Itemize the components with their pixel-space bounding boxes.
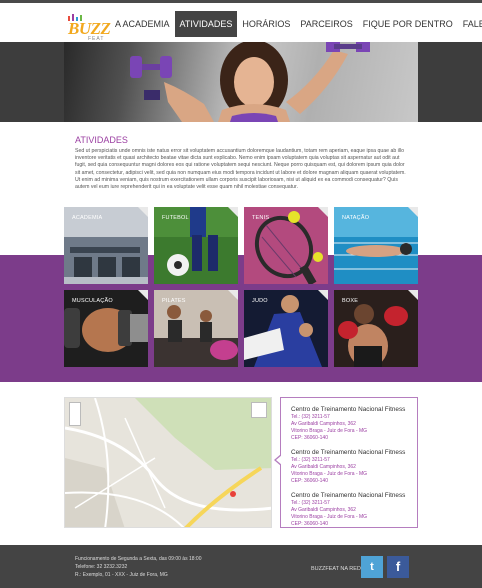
dumbbell-icon — [130, 56, 172, 78]
map-type-control[interactable] — [251, 402, 267, 418]
corner-fold — [318, 207, 328, 217]
activity-tile-boxe[interactable]: BOXE — [334, 290, 418, 367]
facebook-icon: f — [395, 559, 401, 574]
social-label: BUZZFEAT NA REDE — [311, 566, 365, 572]
activity-label-pilates: PILATES — [162, 298, 186, 304]
intro-text: Sed ut perspiciatis unde omnis iste natu… — [75, 148, 406, 191]
contact-city: Vitorino Braga - Juiz de Fora - MG — [291, 514, 368, 520]
page-title: ATIVIDADES — [75, 135, 128, 145]
contact-city: Vitorino Braga - Juiz de Fora - MG — [291, 471, 368, 477]
buzzfeat-logo[interactable]: BUZZ FEAT — [66, 13, 111, 42]
contact-list: Centro de Treinamento Nacional Fitness T… — [274, 397, 418, 528]
activity-label-futebol: FUTEBOL — [162, 215, 189, 221]
footer-phone: Telefone: 32 3232.3232 — [75, 564, 128, 570]
contact-name: Centro de Treinamento Nacional Fitness — [291, 492, 406, 499]
page: BUZZ FEAT A ACADEMIA ATIVIDADES HORÁRIOS… — [0, 0, 482, 588]
corner-fold — [138, 290, 148, 300]
activity-tile-academia[interactable]: ACADEMIA — [64, 207, 148, 284]
site-header: BUZZ FEAT A ACADEMIA ATIVIDADES HORÁRIOS… — [0, 0, 482, 42]
contact-city: Vitorino Braga - Juiz de Fora - MG — [291, 428, 368, 434]
corner-fold — [228, 207, 238, 217]
location-map[interactable] — [64, 397, 272, 528]
nav-item-fale-conosco[interactable]: FALE CONOSCO — [458, 11, 482, 37]
corner-fold — [408, 207, 418, 217]
twitter-icon: t — [370, 561, 374, 573]
hero-fitness-image — [64, 42, 418, 122]
footer-address: R.: Exemplo, 01 - XXX - Juiz de Fora, MG — [75, 572, 168, 578]
contact-street: Av Garibaldi Campinhos, 362 — [291, 421, 356, 427]
activity-label-judo: JUDO — [252, 298, 268, 304]
activity-tile-musculacao[interactable]: MUSCULAÇÃO — [64, 290, 148, 367]
activity-tile-futebol[interactable]: FUTEBOL — [154, 207, 238, 284]
contact-name: Centro de Treinamento Nacional Fitness — [291, 406, 406, 413]
corner-fold — [408, 290, 418, 300]
footer-info: Funcionamento de Segunda a Sexta, das 09… — [75, 555, 201, 579]
nav-item-a-academia[interactable]: A ACADEMIA — [110, 11, 175, 37]
contact-phone[interactable]: Tel.: (32) 3211-57 — [291, 457, 417, 464]
nav-item-horarios[interactable]: HORÁRIOS — [237, 11, 295, 37]
contact-phone[interactable]: Tel.: (32) 3211-57 — [291, 414, 417, 421]
contact-street: Av Garibaldi Campinhos, 362 — [291, 507, 356, 513]
contact-cep: CEP: 36060-140 — [291, 521, 328, 527]
contact-cep: CEP: 36060-140 — [291, 435, 328, 441]
activity-tile-natacao[interactable]: NATAÇÃO — [334, 207, 418, 284]
footer-hours: Funcionamento de Segunda a Sexta, das 09… — [75, 556, 202, 562]
contact-street: Av Garibaldi Campinhos, 362 — [291, 464, 356, 470]
activity-label-natacao: NATAÇÃO — [342, 215, 370, 221]
activity-label-musculacao: MUSCULAÇÃO — [72, 298, 113, 304]
contact-name: Centro de Treinamento Nacional Fitness — [291, 449, 406, 456]
site-footer: Funcionamento de Segunda a Sexta, das 09… — [0, 545, 482, 588]
hero-banner — [0, 42, 482, 122]
activity-label-academia: ACADEMIA — [72, 215, 103, 221]
map-graphic — [65, 398, 271, 527]
map-zoom-control[interactable] — [69, 402, 81, 426]
nav-item-fique-por-dentro[interactable]: FIQUE POR DENTRO — [358, 11, 458, 37]
facebook-button[interactable]: f — [387, 556, 409, 578]
activity-tile-judo[interactable]: JUDO — [244, 290, 328, 367]
contact-phone[interactable]: Tel.: (32) 3211-57 — [291, 500, 417, 507]
twitter-button[interactable]: t — [361, 556, 383, 578]
corner-fold — [138, 207, 148, 217]
contact-card: Centro de Treinamento Nacional Fitness T… — [291, 491, 417, 528]
main-nav: A ACADEMIA ATIVIDADES HORÁRIOS PARCEIROS… — [110, 11, 482, 37]
nav-item-atividades[interactable]: ATIVIDADES — [174, 11, 238, 37]
activity-tile-pilates[interactable]: PILATES — [154, 290, 238, 367]
corner-fold — [318, 290, 328, 300]
contact-cep: CEP: 36060-140 — [291, 478, 328, 484]
nav-item-parceiros[interactable]: PARCEIROS — [295, 11, 357, 37]
contact-card: Centro de Treinamento Nacional Fitness T… — [291, 448, 417, 485]
activity-tile-tenis[interactable]: TENIS — [244, 207, 328, 284]
contact-card: Centro de Treinamento Nacional Fitness T… — [291, 405, 417, 442]
activity-label-tenis: TENIS — [252, 215, 270, 221]
activity-label-boxe: BOXE — [342, 298, 359, 304]
corner-fold — [228, 290, 238, 300]
